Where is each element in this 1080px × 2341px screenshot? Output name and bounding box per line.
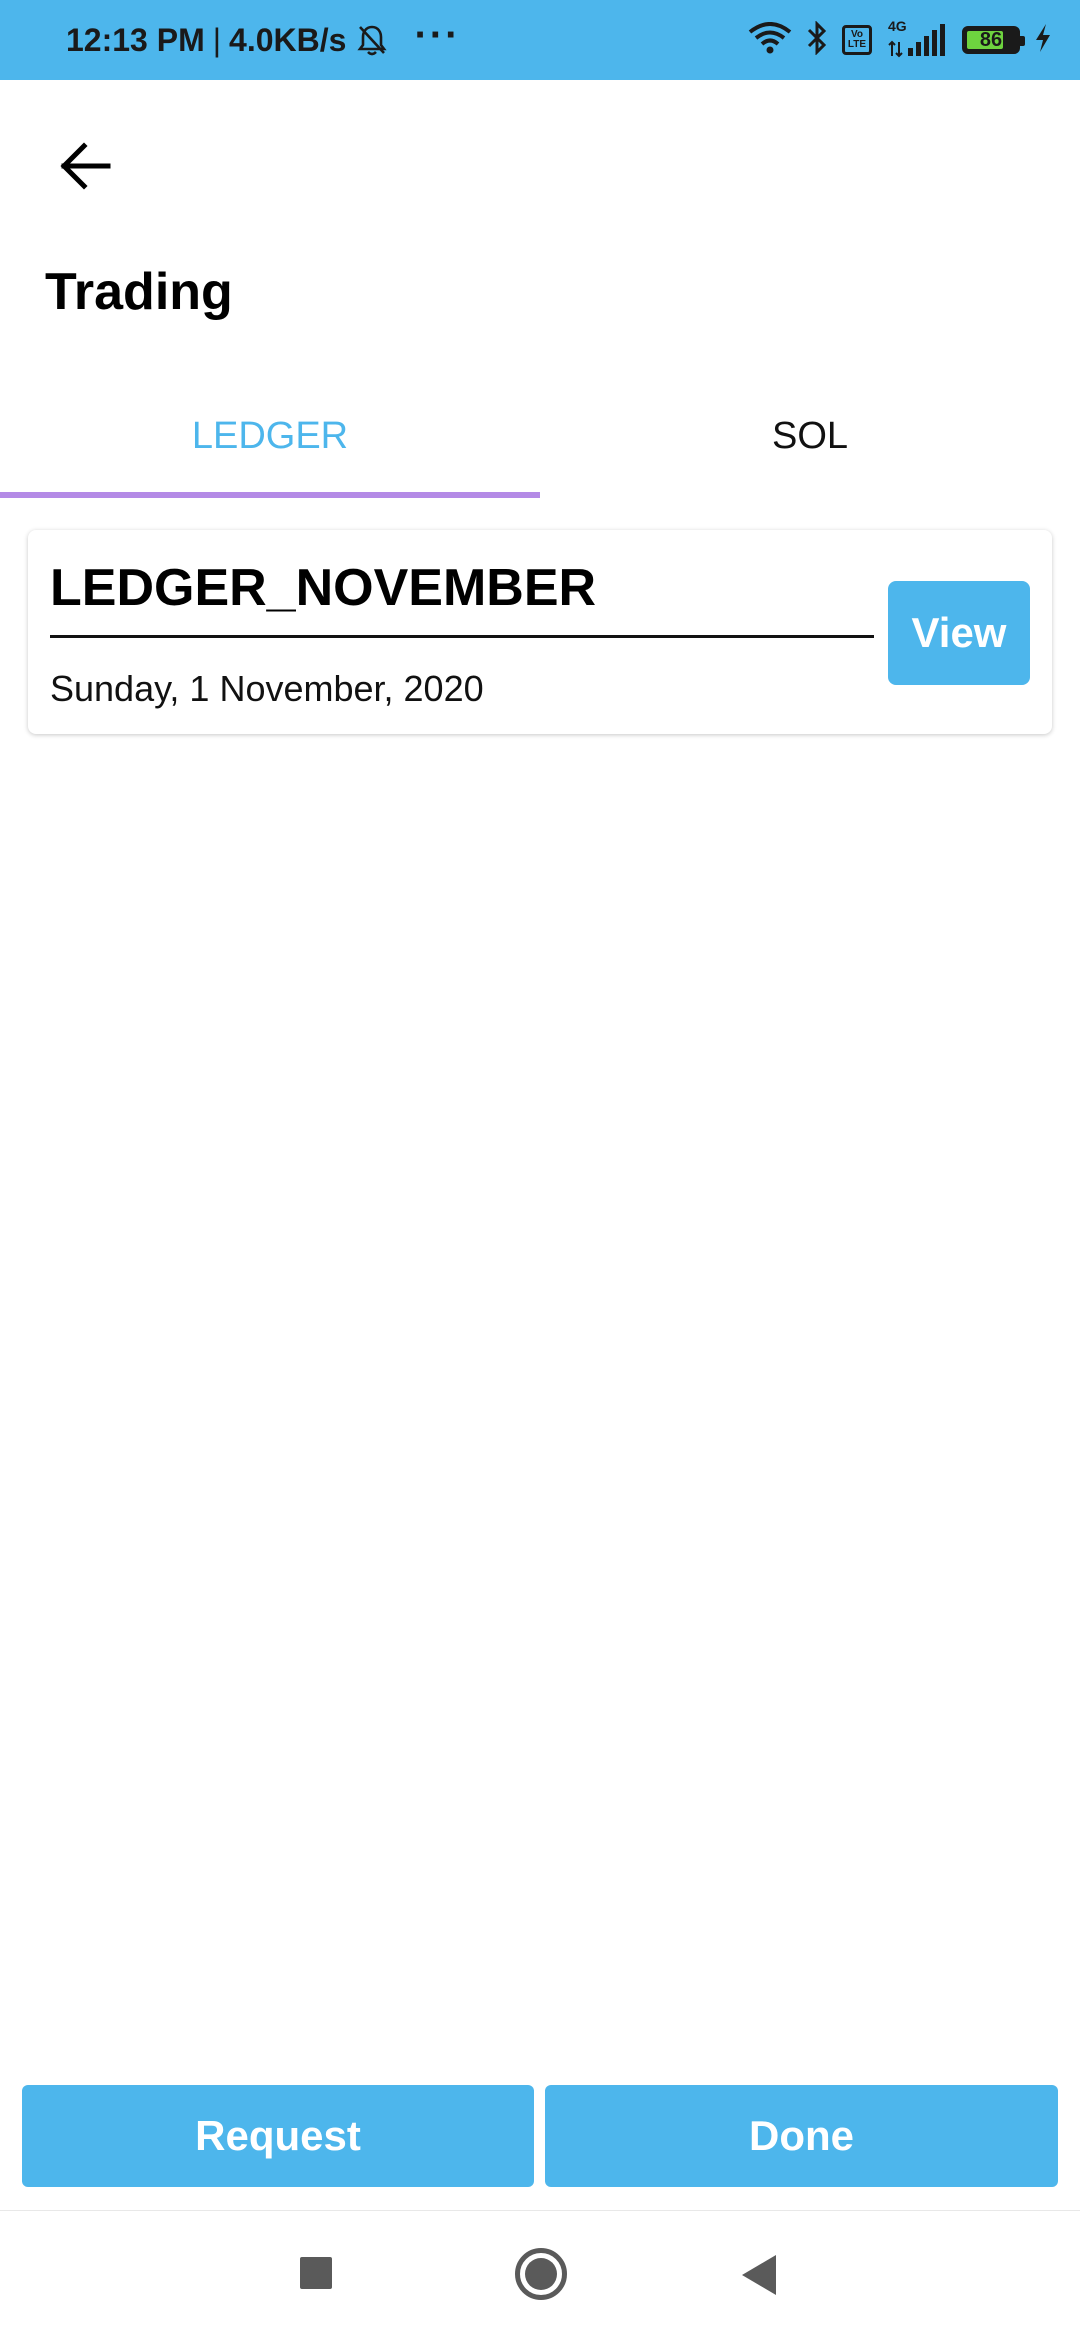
bluetooth-icon xyxy=(806,19,828,60)
status-time: 12:13 PM xyxy=(66,21,205,58)
request-button[interactable]: Request xyxy=(22,2085,534,2187)
volte-icon: Vo LTE xyxy=(842,25,872,55)
view-button[interactable]: View xyxy=(888,581,1030,685)
done-button[interactable]: Done xyxy=(545,2085,1058,2187)
back-button[interactable] xyxy=(50,130,122,202)
home-circle-icon[interactable] xyxy=(515,2248,567,2300)
more-dots-icon: ··· xyxy=(414,13,461,57)
battery-level: 86 xyxy=(979,28,1003,51)
tab-indicator xyxy=(0,492,540,498)
status-left: 12:13 PM | 4.0KB/s ··· xyxy=(66,0,460,80)
back-triangle-icon[interactable] xyxy=(742,2255,776,2295)
status-net-speed: 4.0KB/s xyxy=(229,21,347,58)
tab-bar: LEDGER SOL xyxy=(0,380,1080,500)
mute-bell-icon xyxy=(356,23,388,57)
status-right: Vo LTE 4G 86 xyxy=(748,0,1052,80)
status-bar: 12:13 PM | 4.0KB/s ··· Vo LTE 4G 86 xyxy=(0,0,1080,80)
ledger-date: Sunday, 1 November, 2020 xyxy=(50,668,484,709)
status-separator: | xyxy=(212,21,222,58)
signal-icon: 4G xyxy=(886,18,948,58)
ledger-card: LEDGER_NOVEMBER Sunday, 1 November, 2020… xyxy=(28,530,1052,734)
volte-bottom-text: LTE xyxy=(847,39,867,50)
tab-ledger[interactable]: LEDGER xyxy=(0,380,540,492)
arrow-left-icon xyxy=(60,142,111,190)
system-nav-bar xyxy=(0,2210,1080,2341)
wifi-icon xyxy=(748,21,792,59)
page-title: Trading xyxy=(45,263,233,321)
tab-sol[interactable]: SOL xyxy=(540,380,1080,492)
charging-icon xyxy=(1034,23,1052,58)
battery-icon: 86 xyxy=(962,26,1025,54)
recents-square-icon[interactable] xyxy=(300,2257,332,2289)
ledger-name: LEDGER_NOVEMBER xyxy=(50,559,874,639)
